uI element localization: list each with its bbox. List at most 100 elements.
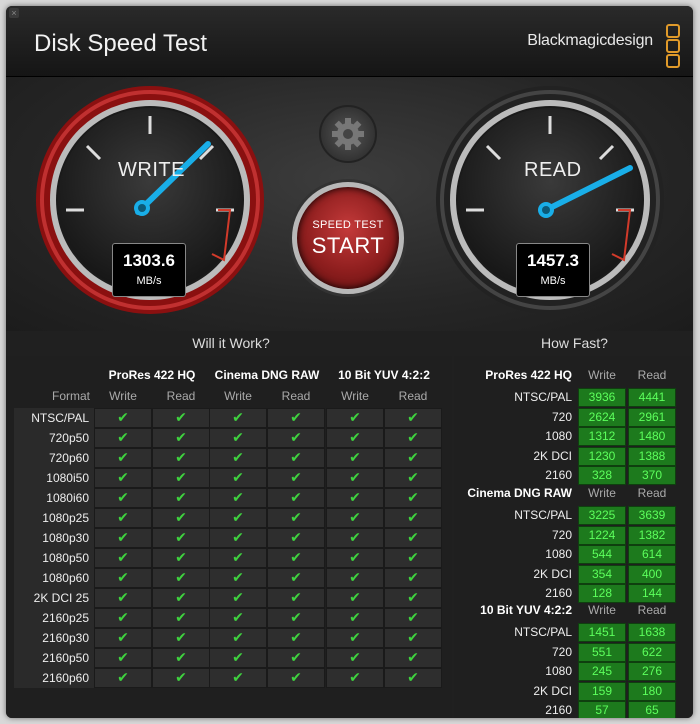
check-icon: ✔: [175, 489, 187, 505]
how-fast-title: How Fast?: [541, 335, 608, 351]
speed-value-write: 1224: [578, 525, 626, 545]
speed-column-header-read: Read: [637, 486, 667, 500]
brand-name: Blackmagicdesign: [527, 32, 653, 49]
speed-value-read: 65: [628, 701, 676, 718]
write-speed-value: 1303.6: [123, 251, 175, 270]
speed-value-read: 370: [628, 466, 676, 485]
check-icon: ✔: [175, 569, 187, 585]
check-icon: ✔: [349, 509, 361, 525]
speed-column-header-write: Write: [588, 368, 616, 382]
read-speed-unit: MB/s: [540, 275, 566, 287]
check-icon: ✔: [290, 469, 302, 485]
check-icon: ✔: [175, 449, 187, 465]
check-icon: ✔: [290, 589, 302, 605]
settings-button[interactable]: [319, 105, 377, 163]
speed-row-label: 2160: [545, 703, 572, 717]
check-icon: ✔: [407, 409, 419, 425]
check-icon: ✔: [232, 509, 244, 525]
check-icon: ✔: [232, 669, 244, 685]
speed-value-read: 614: [628, 545, 676, 564]
format-label: 1080p50: [42, 551, 89, 565]
speed-column-header-write: Write: [588, 603, 616, 617]
speed-group-header: ProRes 422 HQ: [485, 368, 572, 382]
close-button[interactable]: ×: [9, 8, 19, 18]
group-header: ProRes 422 HQ: [108, 368, 196, 382]
column-header-write: Write: [224, 389, 252, 403]
check-icon: ✔: [232, 629, 244, 645]
speed-value-read: 4441: [628, 388, 676, 407]
check-icon: ✔: [349, 669, 361, 685]
check-icon: ✔: [407, 629, 419, 645]
check-icon: ✔: [407, 549, 419, 565]
check-icon: ✔: [117, 489, 129, 505]
speed-row-label: 720: [551, 409, 572, 424]
check-icon: ✔: [175, 409, 187, 425]
check-icon: ✔: [232, 449, 244, 465]
check-icon: ✔: [232, 649, 244, 665]
check-icon: ✔: [175, 529, 187, 545]
start-button-label-top: SPEED TEST: [312, 219, 384, 231]
check-icon: ✔: [349, 549, 361, 565]
check-icon: ✔: [175, 509, 187, 525]
speed-row-label: 2160: [545, 586, 572, 600]
check-icon: ✔: [349, 569, 361, 585]
start-button[interactable]: SPEED TEST START: [292, 182, 404, 294]
check-icon: ✔: [175, 649, 187, 665]
check-icon: ✔: [290, 529, 302, 545]
check-icon: ✔: [232, 469, 244, 485]
format-label: 1080i60: [46, 491, 89, 505]
speed-value-read: 3639: [628, 506, 676, 525]
check-icon: ✔: [117, 429, 129, 445]
speed-row-label: 1080: [545, 547, 572, 561]
column-header-read: Read: [281, 389, 311, 403]
format-label: 2160p30: [42, 631, 89, 645]
check-icon: ✔: [407, 649, 419, 665]
speed-value-write: 328: [578, 466, 626, 485]
check-icon: ✔: [232, 529, 244, 545]
check-icon: ✔: [290, 449, 302, 465]
will-it-work-panel: ProRes 422 HQ Write Read Cinema DNG RAW Writ…: [6, 356, 452, 718]
check-icon: ✔: [349, 629, 361, 645]
speed-value-write: 1451: [578, 623, 626, 642]
check-icon: ✔: [349, 489, 361, 505]
check-icon: ✔: [407, 569, 419, 585]
speed-row-label: NTSC/PAL: [514, 625, 572, 639]
format-label: 1080p25: [42, 511, 89, 525]
speed-group-header: 10 Bit YUV 4:2:2: [480, 603, 572, 617]
format-column: [14, 408, 94, 688]
format-label: 1080i50: [46, 471, 89, 485]
format-label: 720p60: [48, 451, 89, 465]
speed-value-write: 354: [578, 564, 626, 584]
speed-value-write: 128: [578, 584, 626, 603]
check-icon: ✔: [407, 609, 419, 625]
speed-column-header-read: Read: [637, 603, 667, 617]
speed-value-write: 159: [578, 681, 626, 701]
speed-value-write: 1312: [578, 427, 626, 446]
speed-group-header: Cinema DNG RAW: [467, 486, 572, 500]
check-icon: ✔: [407, 589, 419, 605]
check-icon: ✔: [117, 409, 129, 425]
format-label: NTSC/PAL: [31, 411, 89, 425]
write-gauge-label: WRITE: [118, 159, 185, 181]
check-icon: ✔: [117, 609, 129, 625]
column-header-write: Write: [341, 389, 369, 403]
check-icon: ✔: [175, 669, 187, 685]
read-speed-readout: 1457.3 MB/s: [516, 243, 590, 297]
gauge-area: WRITE 1303.6 MB/s SPEED TEST START READ …: [6, 77, 693, 331]
column-header-read: Read: [166, 389, 196, 403]
app-title: Disk Speed Test: [34, 30, 207, 57]
check-icon: ✔: [349, 529, 361, 545]
speed-value-read: 622: [628, 642, 676, 662]
check-icon: ✔: [117, 529, 129, 545]
check-icon: ✔: [407, 469, 419, 485]
check-icon: ✔: [349, 609, 361, 625]
check-icon: ✔: [407, 429, 419, 445]
speed-row-label: 2K DCI: [533, 566, 572, 581]
speed-row-label: 720: [551, 644, 572, 659]
check-icon: ✔: [232, 609, 244, 625]
speed-value-write: 2624: [578, 407, 626, 427]
read-speed-value: 1457.3: [527, 251, 579, 270]
check-icon: ✔: [117, 629, 129, 645]
check-icon: ✔: [290, 409, 302, 425]
gear-icon: [332, 118, 364, 150]
